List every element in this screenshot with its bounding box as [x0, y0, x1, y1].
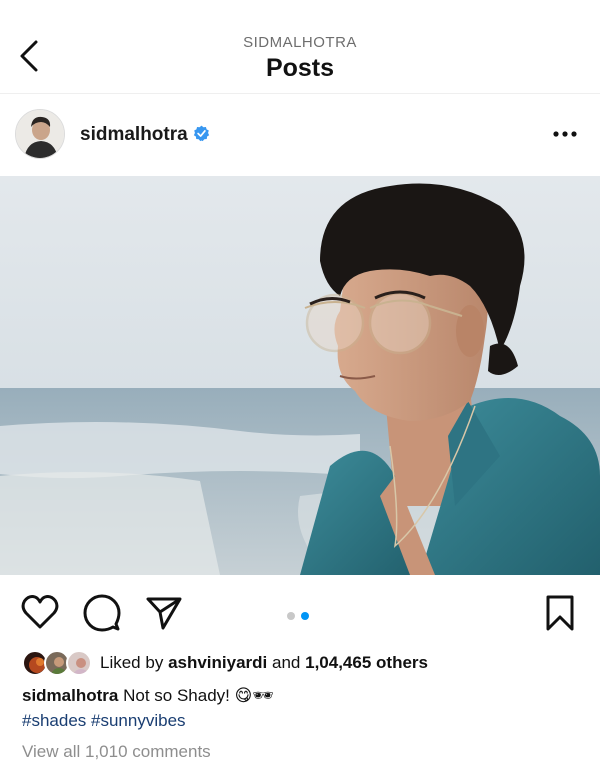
likes-connector: and: [272, 653, 301, 672]
verified-badge-icon: [193, 125, 210, 142]
post-username[interactable]: sidmalhotra: [80, 124, 188, 146]
caption-username[interactable]: sidmalhotra: [22, 686, 118, 705]
top-bar: SIDMALHOTRA Posts: [0, 0, 600, 94]
caption: sidmalhotra Not so Shady! 😋🕶: [22, 686, 274, 706]
page-title: Posts: [265, 54, 335, 82]
truncated-timestamp: [22, 772, 62, 777]
more-horizontal-icon[interactable]: [550, 124, 580, 144]
post-actions: [0, 575, 600, 645]
likes-prefix: Liked by: [100, 653, 164, 672]
view-comments-link[interactable]: View all 1,010 comments: [22, 742, 211, 762]
hashtag-sunnyvibes[interactable]: #sunnyvibes: [91, 711, 186, 730]
caption-text: Not so Shady! 😋🕶: [123, 686, 274, 705]
avatar[interactable]: [15, 109, 65, 159]
post-image[interactable]: [0, 176, 600, 575]
send-icon[interactable]: [145, 594, 183, 632]
heart-icon[interactable]: [21, 594, 59, 630]
likes-count[interactable]: 1,04,465 others: [305, 653, 428, 672]
liker-avatars[interactable]: [22, 650, 94, 678]
header-username: SIDMALHOTRA: [243, 34, 357, 51]
post-header: sidmalhotra: [0, 94, 600, 176]
carousel-dot: [287, 612, 295, 620]
liker-username[interactable]: ashviniyardi: [168, 653, 267, 672]
hashtag-shades[interactable]: #shades: [22, 711, 86, 730]
avatar: [66, 650, 92, 676]
likes-text: Liked by ashviniyardi and 1,04,465 other…: [100, 653, 428, 673]
likes-row: Liked by ashviniyardi and 1,04,465 other…: [22, 648, 582, 680]
comment-icon[interactable]: [83, 594, 121, 632]
carousel-dot-active: [301, 612, 309, 620]
carousel-indicator: [287, 607, 315, 620]
hashtags: #shades #sunnyvibes: [22, 711, 186, 731]
bookmark-icon[interactable]: [543, 594, 577, 632]
